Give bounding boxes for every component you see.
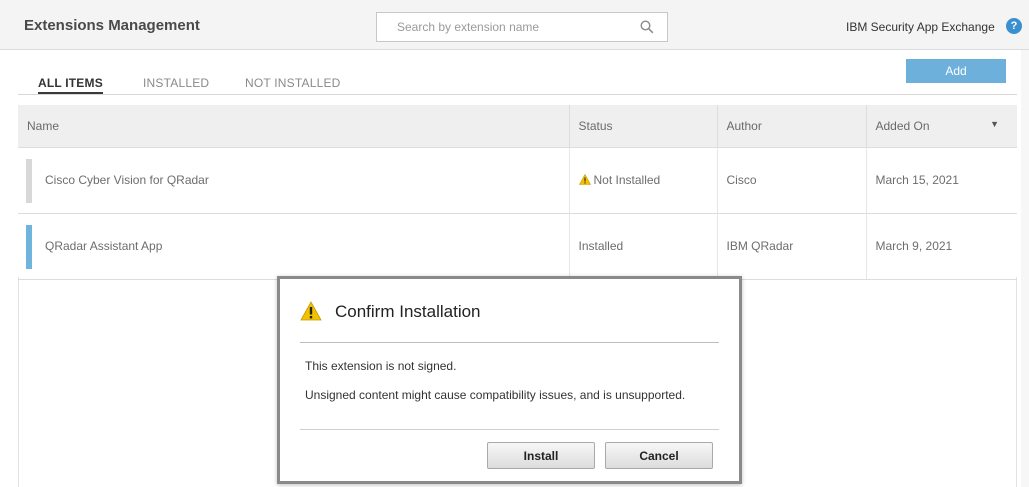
dialog-divider <box>300 342 719 343</box>
table-header-row: Name Status Author Added On ▼ <box>18 105 1017 148</box>
row-added-on-cell: March 9, 2021 <box>866 213 1017 280</box>
row-status-bar <box>26 158 32 203</box>
extension-author: IBM QRadar <box>726 239 794 253</box>
row-name-cell: QRadar Assistant App <box>18 213 570 280</box>
row-author-cell: Cisco <box>717 147 867 214</box>
table-row[interactable]: Cisco Cyber Vision for QRadar Not Instal… <box>18 147 1017 214</box>
tab-bar: ALL ITEMS INSTALLED NOT INSTALLED <box>18 72 1017 95</box>
extension-name: Cisco Cyber Vision for QRadar <box>45 173 209 187</box>
search-input[interactable] <box>377 13 627 41</box>
warning-icon <box>578 174 591 185</box>
confirm-installation-dialog: Confirm Installation This extension is n… <box>277 276 742 484</box>
app-exchange-link[interactable]: IBM Security App Exchange <box>846 20 995 34</box>
extension-status: Installed <box>578 239 624 253</box>
search-box[interactable] <box>376 12 668 42</box>
add-button[interactable]: Add <box>906 59 1006 83</box>
app-header: Extensions Management IBM Security App E… <box>0 0 1029 50</box>
dialog-message: This extension is not signed. <box>305 359 457 373</box>
row-status-cell: Installed <box>569 213 718 280</box>
column-header-name[interactable]: Name <box>18 105 570 148</box>
help-icon[interactable]: ? <box>1006 18 1022 34</box>
sort-down-icon[interactable]: ▼ <box>990 119 999 129</box>
scrollbar-track[interactable] <box>1021 50 1029 487</box>
extension-name: QRadar Assistant App <box>45 239 163 253</box>
tab-installed[interactable]: INSTALLED <box>143 76 209 90</box>
row-status-bar <box>26 224 32 269</box>
warning-icon <box>300 301 322 321</box>
dialog-message-detail: Unsigned content might cause compatibili… <box>305 388 686 402</box>
extension-added-on: March 9, 2021 <box>875 239 953 253</box>
dialog-divider <box>300 429 719 430</box>
table-row[interactable]: QRadar Assistant App Installed IBM QRada… <box>18 213 1017 280</box>
column-header-added-on[interactable]: Added On ▼ <box>866 105 1017 148</box>
extension-author: Cisco <box>726 173 757 187</box>
column-header-added-on-label: Added On <box>875 118 930 133</box>
extension-added-on: March 15, 2021 <box>875 173 959 187</box>
row-status-cell: Not Installed <box>569 147 718 214</box>
extension-status: Not Installed <box>593 173 661 187</box>
install-button[interactable]: Install <box>487 442 595 469</box>
dialog-title: Confirm Installation <box>335 302 481 321</box>
extensions-table: Name Status Author Added On ▼ Cisco Cybe… <box>18 105 1017 280</box>
tab-not-installed[interactable]: NOT INSTALLED <box>245 76 341 90</box>
tab-all-items[interactable]: ALL ITEMS <box>38 76 103 94</box>
row-author-cell: IBM QRadar <box>717 213 867 280</box>
cancel-button[interactable]: Cancel <box>605 442 713 469</box>
search-icon[interactable] <box>640 20 654 34</box>
page-title: Extensions Management <box>24 17 200 34</box>
row-added-on-cell: March 15, 2021 <box>866 147 1017 214</box>
column-header-status[interactable]: Status <box>569 105 718 148</box>
column-header-author[interactable]: Author <box>717 105 867 148</box>
row-name-cell: Cisco Cyber Vision for QRadar <box>18 147 570 214</box>
